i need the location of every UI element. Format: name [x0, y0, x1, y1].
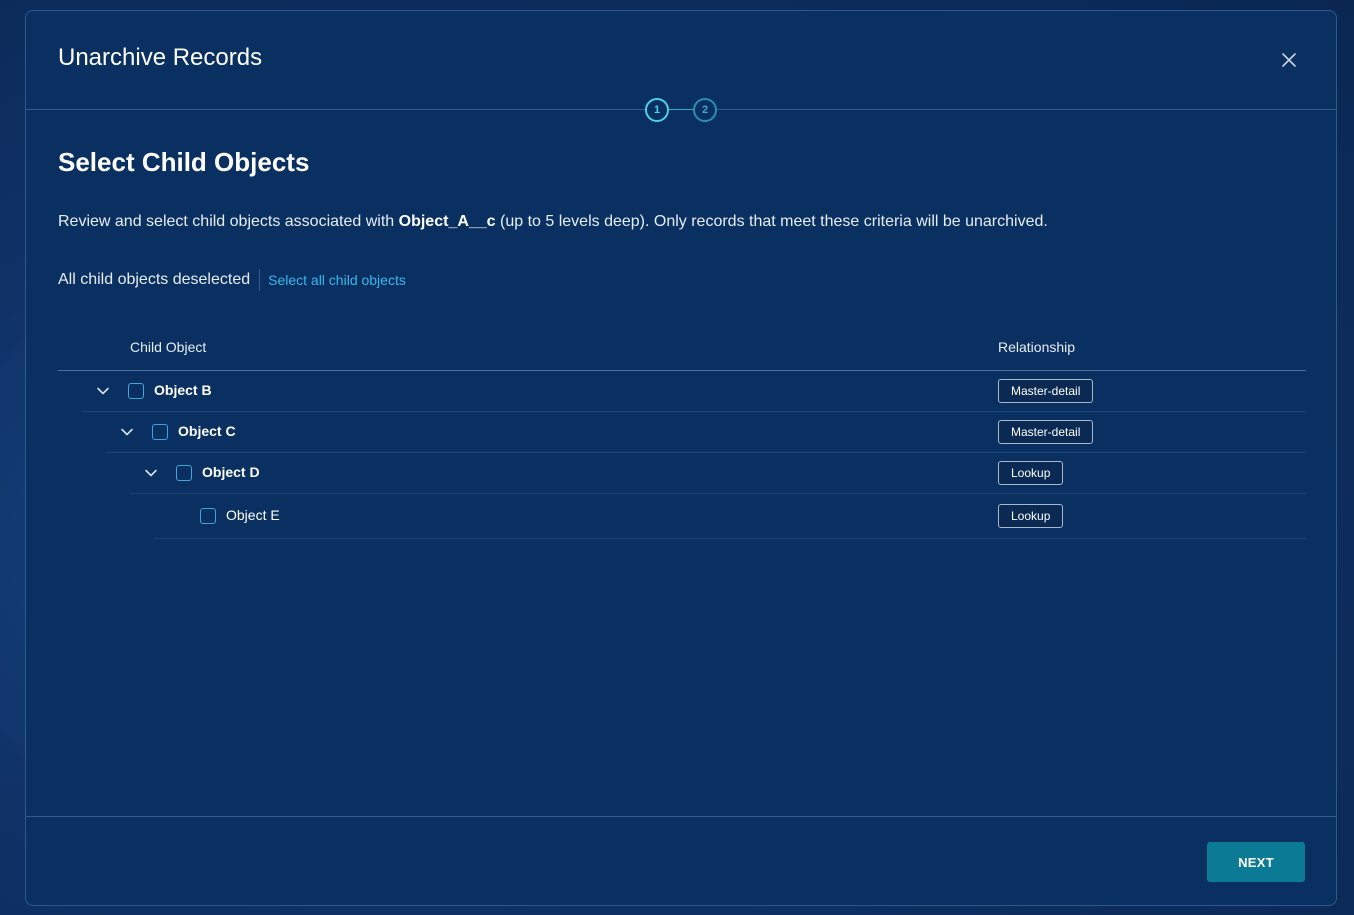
unarchive-modal: Unarchive Records 1 2 Select Child Objec… — [25, 10, 1337, 906]
checkbox-object-c[interactable] — [152, 424, 168, 440]
section-title: Select Child Objects — [58, 147, 310, 177]
table-header: Child Object Relationship — [58, 329, 1306, 371]
table-row-object-e: Object E Lookup — [154, 494, 1306, 539]
object-label-object-e: Object E — [226, 507, 280, 523]
relationship-badge-object-e: Lookup — [998, 504, 1064, 528]
table-row-object-b: Object B Master-detail — [82, 371, 1306, 412]
next-button[interactable]: NEXT — [1207, 842, 1305, 882]
child-objects-table: Child Object Relationship Object B Maste… — [58, 329, 1306, 539]
object-label-object-d: Object D — [202, 464, 260, 480]
select-all-link[interactable]: Select all child objects — [268, 272, 406, 288]
chevron-down-icon — [145, 469, 157, 477]
checkbox-object-d[interactable] — [176, 465, 192, 481]
column-header-child-object: Child Object — [130, 339, 207, 355]
modal-header: Unarchive Records — [26, 11, 1336, 110]
checkbox-object-e[interactable] — [200, 508, 216, 524]
chevron-down-icon — [97, 387, 109, 395]
chevron-down-icon — [121, 428, 133, 436]
object-label-object-b: Object B — [154, 382, 212, 398]
close-icon — [1282, 53, 1296, 67]
relationship-badge-object-b: Master-detail — [998, 379, 1094, 403]
description-suffix: (up to 5 levels deep). Only records that… — [495, 213, 1048, 230]
close-button[interactable] — [1278, 49, 1300, 71]
stepper-connector — [669, 109, 693, 110]
selection-divider — [259, 269, 261, 291]
modal-footer: NEXT — [26, 816, 1336, 907]
column-header-relationship: Relationship — [998, 339, 1076, 355]
expand-toggle-object-d[interactable] — [144, 466, 158, 480]
progress-stepper: 1 2 — [645, 98, 719, 122]
expand-toggle-object-c[interactable] — [120, 425, 134, 439]
table-row-object-c: Object C Master-detail — [106, 412, 1306, 453]
parent-object-name: Object_A__c — [398, 213, 496, 230]
step-1-indicator: 1 — [645, 98, 669, 122]
table-row-object-d: Object D Lookup — [130, 453, 1306, 494]
selection-summary: All child objects deselected Select all … — [58, 269, 406, 291]
expand-toggle-object-b[interactable] — [96, 384, 110, 398]
modal-title: Unarchive Records — [58, 44, 263, 71]
relationship-badge-object-d: Lookup — [998, 461, 1064, 485]
description-prefix: Review and select child objects associat… — [58, 213, 399, 230]
relationship-badge-object-c: Master-detail — [998, 420, 1094, 444]
checkbox-object-b[interactable] — [128, 383, 144, 399]
section-description: Review and select child objects associat… — [58, 213, 1048, 231]
selection-status: All child objects deselected — [58, 271, 251, 288]
object-label-object-c: Object C — [178, 423, 236, 439]
step-2-indicator: 2 — [693, 98, 717, 122]
